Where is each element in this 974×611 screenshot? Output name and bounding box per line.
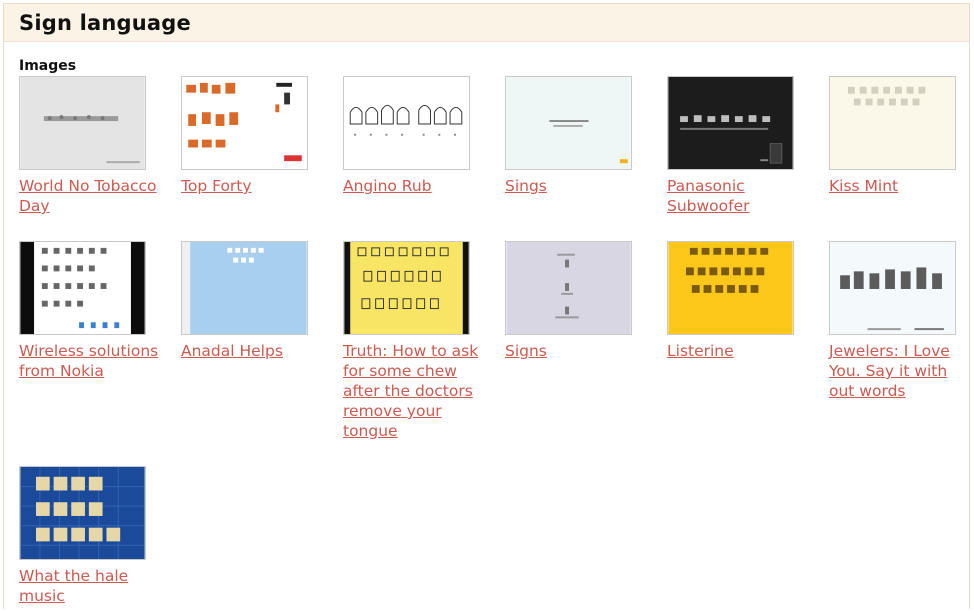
gallery-item: Signs	[505, 241, 645, 361]
image-thumbnail[interactable]	[19, 76, 146, 170]
image-thumbnail[interactable]	[505, 76, 632, 170]
page-header: Sign language	[4, 4, 969, 42]
image-thumbnail[interactable]	[667, 76, 794, 170]
image-thumbnail[interactable]	[343, 76, 470, 170]
image-caption-link[interactable]: Angino Rub	[343, 176, 483, 196]
image-caption-link[interactable]: Anadal Helps	[181, 341, 321, 361]
gallery-item: Jewelers: I Love You. Say it with out wo…	[829, 241, 969, 401]
gallery-item: Listerine	[667, 241, 807, 361]
image-thumbnail[interactable]	[829, 241, 956, 335]
image-thumbnail[interactable]	[505, 241, 632, 335]
image-caption-link[interactable]: Panasonic Subwoofer	[667, 176, 807, 216]
gallery-item: Anadal Helps	[181, 241, 321, 361]
page-title: Sign language	[19, 11, 191, 35]
image-thumbnail[interactable]	[19, 241, 146, 335]
image-thumbnail[interactable]	[19, 466, 146, 560]
image-caption-link[interactable]: Top Forty	[181, 176, 321, 196]
gallery-item: Top Forty	[181, 76, 321, 196]
image-thumbnail[interactable]	[343, 241, 470, 335]
gallery-item: World No Tobacco Day	[19, 76, 159, 216]
gallery-item: Wireless solutions from Nokia	[19, 241, 159, 381]
gallery-item: Kiss Mint	[829, 76, 969, 196]
image-caption-link[interactable]: Sings	[505, 176, 645, 196]
gallery-item: Panasonic Subwoofer	[667, 76, 807, 216]
gallery-item: What the hale music	[19, 466, 159, 606]
image-caption-link[interactable]: Kiss Mint	[829, 176, 969, 196]
image-caption-link[interactable]: Jewelers: I Love You. Say it with out wo…	[829, 341, 969, 401]
content-panel: Sign language Images World No Tobacco Da…	[3, 3, 970, 609]
image-caption-link[interactable]: Wireless solutions from Nokia	[19, 341, 159, 381]
image-thumbnail[interactable]	[181, 76, 308, 170]
image-caption-link[interactable]: Signs	[505, 341, 645, 361]
image-caption-link[interactable]: Listerine	[667, 341, 807, 361]
image-caption-link[interactable]: Truth: How to ask for some chew after th…	[343, 341, 483, 441]
image-caption-link[interactable]: What the hale music	[19, 566, 159, 606]
image-thumbnail[interactable]	[181, 241, 308, 335]
image-caption-link[interactable]: World No Tobacco Day	[19, 176, 159, 216]
gallery-item: Sings	[505, 76, 645, 196]
image-thumbnail[interactable]	[667, 241, 794, 335]
gallery-item: Angino Rub	[343, 76, 483, 196]
section-label-images: Images	[19, 58, 77, 74]
gallery-item: Truth: How to ask for some chew after th…	[343, 241, 483, 441]
image-thumbnail[interactable]	[829, 76, 956, 170]
